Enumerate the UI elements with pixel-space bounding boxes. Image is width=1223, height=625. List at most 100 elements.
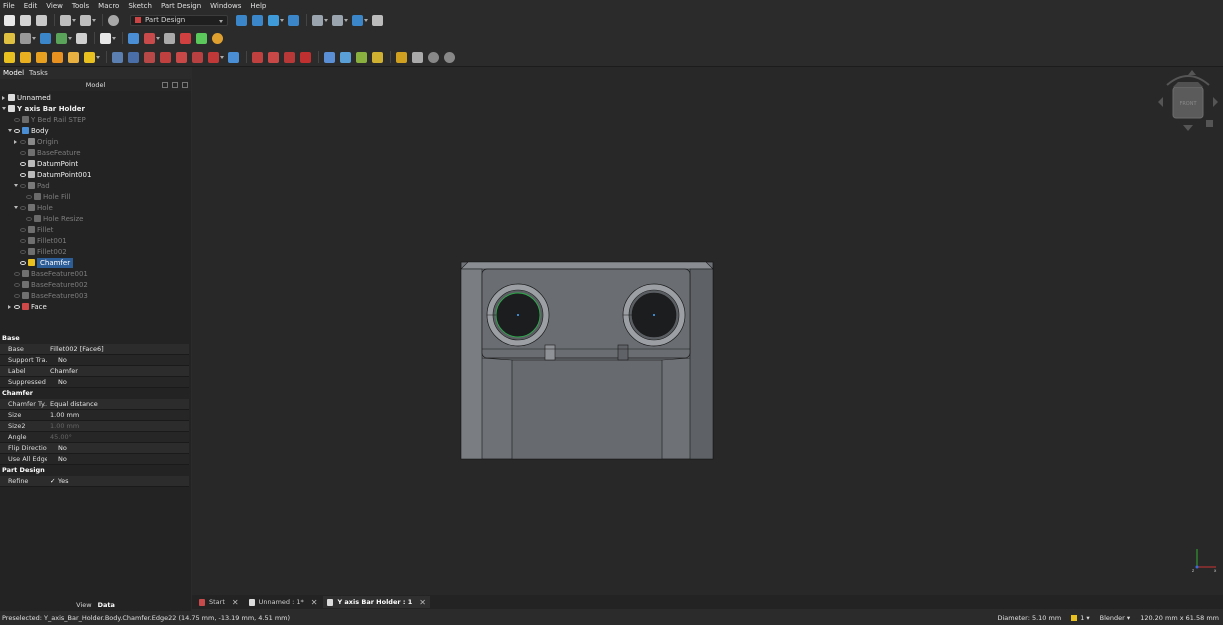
property-row[interactable]: Suppressed No [0,377,189,388]
property-row[interactable]: Chamfer Ty... Equal distance [0,399,189,410]
subtractive-loft-icon[interactable] [160,51,171,63]
spreadsheet-icon[interactable] [164,32,175,44]
visibility-eye-icon[interactable] [14,282,20,287]
visibility-eye-icon[interactable] [20,150,26,155]
tab-tasks[interactable]: Tasks [29,69,48,77]
mirrored-icon[interactable] [324,51,335,63]
visibility-eye-icon[interactable] [20,205,26,210]
tree-item-y-bed-rail-step[interactable]: Y Bed Rail STEP [0,114,191,125]
visibility-eye-icon[interactable] [26,216,32,221]
expand-right-icon[interactable] [14,139,17,144]
tree-item-hole-resize[interactable]: Hole Resize [0,213,191,224]
property-value[interactable]: No [47,356,67,364]
create-part-icon[interactable] [4,32,15,44]
tree-item-hole[interactable]: Hole [0,202,191,213]
property-row[interactable]: Size 1.00 mm [0,410,189,421]
bounding-box-icon[interactable] [288,14,299,26]
property-value[interactable]: Equal distance [47,400,98,408]
pocket-icon[interactable] [112,51,123,63]
hole-icon[interactable] [128,51,139,63]
property-row[interactable]: Use All EdgesNo [0,454,189,465]
property-row[interactable]: Refine ✓ Yes [0,476,189,487]
sprocket-icon[interactable] [444,51,455,63]
std-views-icon[interactable] [312,14,328,26]
chamfer-icon[interactable] [268,51,279,63]
expand-down-icon[interactable] [14,184,18,187]
fit-selection-icon[interactable] [252,14,263,26]
pad-icon[interactable] [4,51,15,63]
close-icon[interactable]: ✕ [419,598,426,607]
tree-item-fillet001[interactable]: Fillet001 [0,235,191,246]
property-value[interactable]: Fillet002 [Face6] [47,345,104,353]
tree-item-face[interactable]: Face [0,301,191,312]
menu-macro[interactable]: Macro [98,2,119,10]
3d-viewport[interactable]: FRONT z x [192,67,1223,595]
property-value[interactable]: 1.00 mm [47,422,79,430]
draft-icon[interactable] [284,51,295,63]
sketch-icon[interactable] [144,32,160,44]
undo-icon[interactable] [60,14,76,26]
whats-this-icon[interactable] [372,14,383,26]
save-icon[interactable] [36,14,47,26]
linear-pattern-icon[interactable] [340,51,351,63]
tree-item-body[interactable]: Body [0,125,191,136]
tree-item-fillet002[interactable]: Fillet002 [0,246,191,257]
tree-item-basefeature003[interactable]: BaseFeature003 [0,290,191,301]
subtractive-primitive-icon[interactable] [208,51,224,63]
visibility-eye-icon[interactable] [26,194,32,199]
expand-right-icon[interactable] [8,304,11,309]
model-render[interactable]: FRONT z x [192,67,1223,595]
visibility-eye-icon[interactable] [20,238,26,243]
groove-icon[interactable] [144,51,155,63]
polar-pattern-icon[interactable] [356,51,367,63]
datum-plane-icon[interactable] [396,51,407,63]
doc-tab-start[interactable]: Start ✕ [195,596,243,608]
body-icon[interactable] [128,32,139,44]
visibility-eye-icon[interactable] [20,161,26,166]
tree-item-y-axis-bar-holder[interactable]: Y axis Bar Holder [0,103,191,114]
property-value[interactable]: Chamfer [47,367,78,375]
property-value[interactable]: ✓ Yes [47,477,69,485]
tree-item-hole-fill[interactable]: Hole Fill [0,191,191,202]
subtractive-helix-icon[interactable] [192,51,203,63]
tab-model[interactable]: Model [3,69,24,77]
tree-item-basefeature[interactable]: BaseFeature [0,147,191,158]
property-value[interactable]: 1.00 mm [47,411,79,419]
selection-filter-icon[interactable] [100,32,116,44]
tree-item-unnamed[interactable]: Unnamed [0,92,191,103]
visibility-eye-icon[interactable] [20,139,26,144]
menu-file[interactable]: File [3,2,15,10]
lights-toggle[interactable]: 1 ▾ [1071,614,1090,622]
visibility-eye-icon[interactable] [20,227,26,232]
help-icon[interactable] [212,32,223,44]
close-icon[interactable]: ✕ [232,598,239,607]
y-axis-bar-holder-model[interactable] [460,261,714,460]
fit-all-icon[interactable] [236,14,247,26]
tree-item-basefeature001[interactable]: BaseFeature001 [0,268,191,279]
left-bore[interactable] [486,283,550,347]
boolean-icon[interactable] [228,51,239,63]
tab-view[interactable]: View [76,601,91,609]
tab-data[interactable]: Data [98,601,115,609]
create-link-icon[interactable] [40,32,51,44]
right-bore[interactable] [622,283,686,347]
expand-down-icon[interactable] [14,206,18,209]
property-row[interactable]: Label Chamfer [0,366,189,377]
property-row[interactable]: Angle 45.00° [0,432,189,443]
property-row[interactable]: Flip Direction No [0,443,189,454]
doc-tab-y-axis-bar-holder-1[interactable]: Y axis Bar Holder : 1 ✕ [323,596,430,608]
macro-record-icon[interactable] [180,32,191,44]
menu-help[interactable]: Help [250,2,266,10]
variable-set-icon[interactable] [76,32,87,44]
revolution-icon[interactable] [20,51,31,63]
menu-part-design[interactable]: Part Design [161,2,201,10]
subtractive-pipe-icon[interactable] [176,51,187,63]
visibility-eye-icon[interactable] [14,271,20,276]
visibility-eye-icon[interactable] [20,260,26,265]
draw-style-icon[interactable] [268,14,284,26]
additive-primitive-icon[interactable] [84,51,100,63]
tree-item-datumpoint[interactable]: DatumPoint [0,158,191,169]
tree-item-origin[interactable]: Origin [0,136,191,147]
new-document-icon[interactable] [4,14,15,26]
fillet-icon[interactable] [252,51,263,63]
